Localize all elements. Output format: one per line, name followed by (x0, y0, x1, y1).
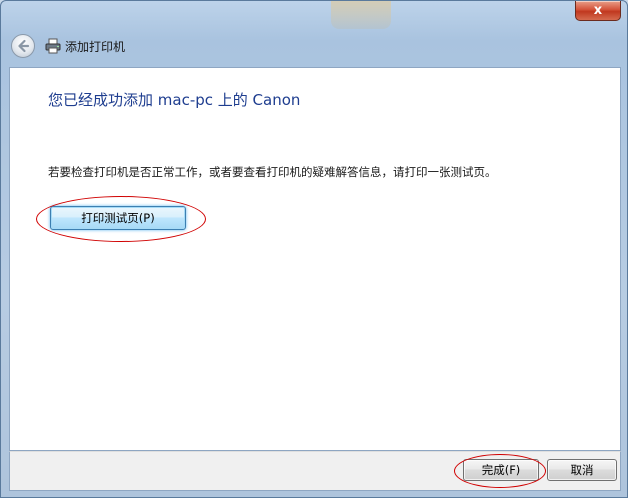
dialog-window: x 添加打印机 您已经成功添加 mac-pc 上的 Canon 若要检查打印机是… (0, 0, 628, 498)
cancel-label: 取消 (570, 463, 594, 477)
dialog-footer: 完成(F) 取消 (9, 451, 621, 491)
close-icon: x (593, 3, 603, 18)
success-heading: 您已经成功添加 mac-pc 上的 Canon (48, 91, 301, 109)
close-button[interactable]: x (575, 1, 621, 21)
cancel-button[interactable]: 取消 (547, 459, 617, 481)
print-test-page-label: 打印测试页(P) (81, 211, 155, 225)
back-arrow-icon (18, 39, 30, 53)
content-panel: 您已经成功添加 mac-pc 上的 Canon 若要检查打印机是否正常工作，或者… (9, 67, 621, 451)
instruction-text: 若要检查打印机是否正常工作，或者要查看打印机的疑难解答信息，请打印一张测试页。 (48, 165, 497, 179)
finish-label: 完成(F) (481, 463, 521, 477)
printer-icon (45, 38, 61, 54)
window-title: 添加打印机 (65, 40, 126, 54)
print-test-page-button[interactable]: 打印测试页(P) (50, 206, 186, 230)
titlebar-glass-highlight (331, 1, 391, 29)
finish-button[interactable]: 完成(F) (463, 459, 539, 481)
back-button[interactable] (11, 34, 35, 58)
